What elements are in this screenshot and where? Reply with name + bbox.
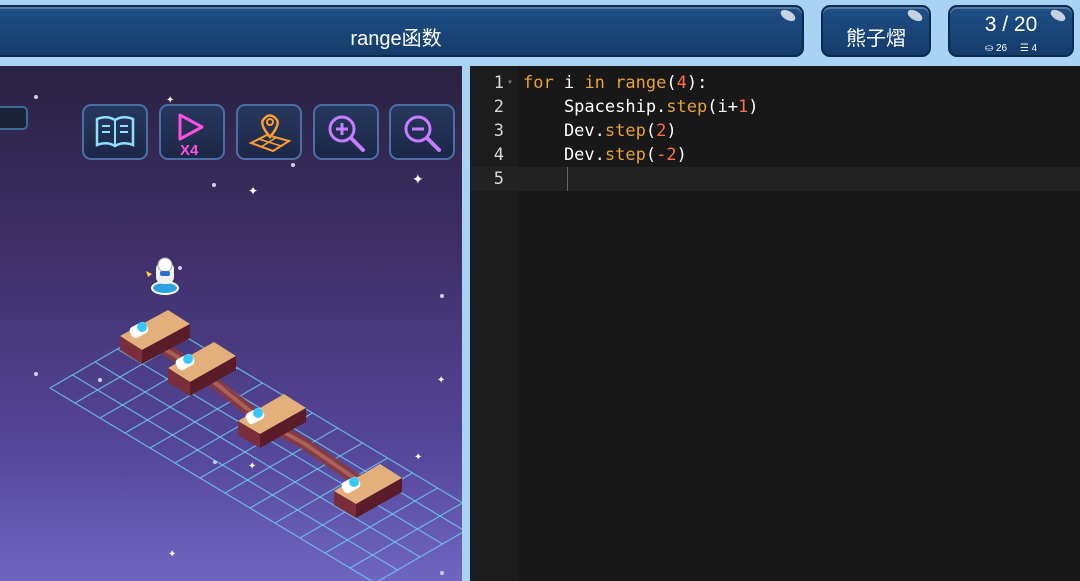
code-token: in — [584, 73, 605, 93]
line-number: 3 — [493, 121, 504, 141]
code-token: step — [604, 145, 646, 165]
code-token: Spaceship. — [523, 97, 667, 117]
code-token: ) — [676, 145, 687, 165]
code-text: Dev.step(2) — [523, 119, 677, 143]
line-number: 4 — [493, 145, 504, 165]
user-name: 熊子熠 — [846, 28, 906, 50]
code-token: ) — [666, 121, 677, 141]
code-line[interactable]: 4 Dev.step(-2) — [470, 143, 1080, 167]
level-title-bar: range函数 — [0, 5, 804, 57]
code-token: -2 — [656, 145, 677, 165]
top-bar: range函数 熊子熠 3 / 20 ⛀ 26 ☰ 4 — [0, 0, 1080, 66]
line-number: 5 — [493, 169, 504, 189]
code-token: i — [553, 73, 585, 93]
panel-divider[interactable] — [462, 66, 470, 581]
code-token: step — [666, 97, 708, 117]
code-text: Spaceship.step(i+1) — [523, 95, 759, 119]
code-token: Dev. — [523, 145, 605, 165]
code-line-active[interactable]: 5 — [470, 167, 1080, 191]
code-token: range — [615, 73, 667, 93]
text-cursor — [567, 167, 568, 191]
grid-lines — [49, 322, 462, 581]
code-token: 1 — [737, 97, 749, 117]
level-progress-panel: 3 / 20 ⛀ 26 ☰ 4 — [948, 5, 1074, 57]
level-stats: ⛀ 26 ☰ 4 — [950, 43, 1072, 54]
code-token: ( — [645, 145, 657, 165]
code-token: Dev. — [523, 121, 605, 141]
code-token: for — [523, 73, 554, 93]
code-text: for i in range(4): — [523, 71, 707, 95]
level-title: range函数 — [350, 28, 442, 50]
code-token: ( — [666, 73, 677, 93]
code-line[interactable]: 1 ▾ for i in range(4): — [470, 71, 1080, 95]
code-line[interactable]: 2 Spaceship.step(i+1) — [470, 95, 1080, 119]
code-token: ) — [748, 97, 759, 117]
code-line[interactable]: 3 Dev.step(2) — [470, 119, 1080, 143]
code-token: (i+ — [707, 97, 738, 117]
user-name-button[interactable]: 熊子熠 — [821, 5, 931, 57]
line-count: ☰ 4 — [1019, 43, 1038, 54]
robot-character — [146, 257, 179, 295]
code-token: ( — [645, 121, 657, 141]
code-token: 4 — [676, 73, 687, 93]
line-number: 1 — [493, 73, 504, 93]
line-number: 2 — [493, 97, 504, 117]
code-token: step — [604, 121, 646, 141]
code-text: Dev.step(-2) — [523, 143, 687, 167]
grid-line — [94, 361, 421, 558]
game-stage: ✦ ✦ ✦ ✦ ✦ ✦ ✦ X4 — [0, 66, 462, 581]
coin-count: ⛀ 26 — [984, 43, 1008, 54]
code-editor[interactable]: 1 ▾ for i in range(4): 2 Spaceship.step(… — [470, 66, 1080, 581]
fold-arrow-icon[interactable]: ▾ — [507, 71, 513, 95]
isometric-grid-board — [49, 257, 462, 581]
grid-line — [349, 502, 462, 569]
grid-line — [377, 532, 462, 581]
grid-line — [117, 348, 443, 545]
code-token: ): — [686, 73, 708, 93]
code-token: 2 — [656, 121, 667, 141]
